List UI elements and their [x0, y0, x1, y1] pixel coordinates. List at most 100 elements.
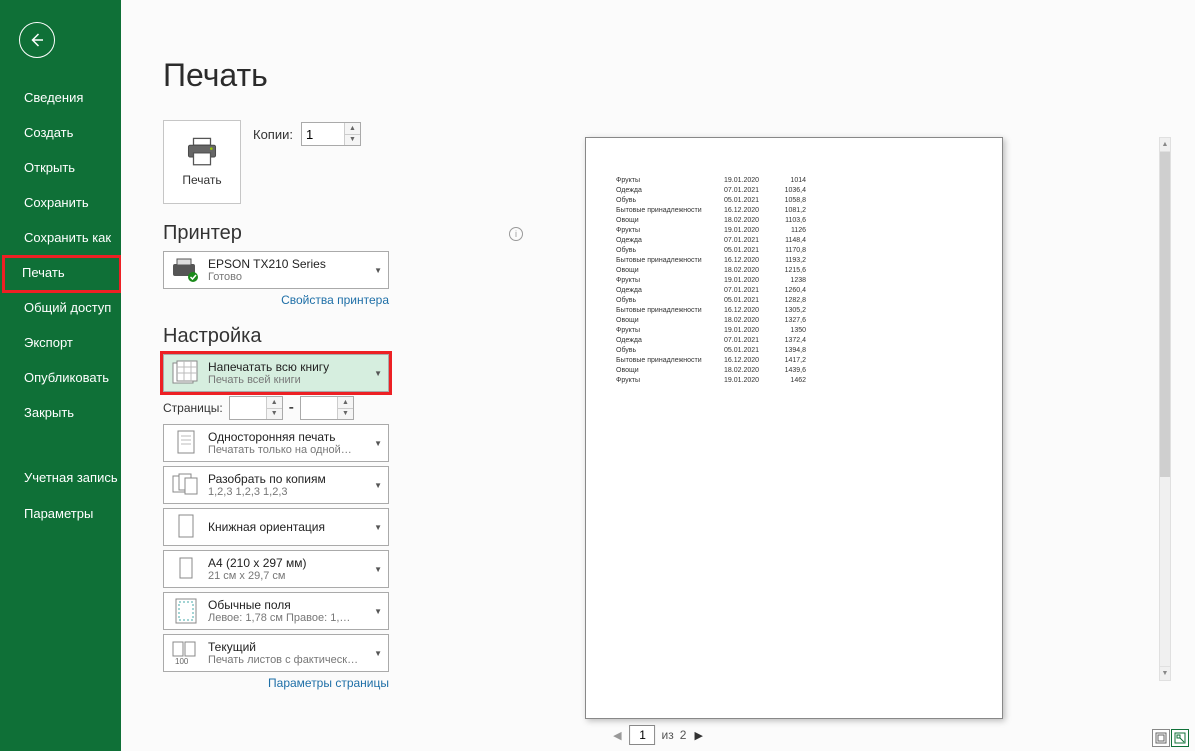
preview-row: Фрукты19.01.20201238 [616, 276, 972, 286]
pages-to-spinner[interactable]: ▲▼ [300, 396, 354, 420]
collate-icon [170, 471, 202, 499]
pages-separator: - [289, 399, 294, 417]
sidebar-item-info[interactable]: Сведения [0, 80, 121, 115]
margins-dropdown[interactable]: Обычные поля Левое: 1,78 см Правое: 1,… … [163, 592, 389, 630]
sidebar-item-publish[interactable]: Опубликовать [0, 360, 121, 395]
sidebar-item-account[interactable]: Учетная запись [0, 460, 121, 496]
print-button-label: Печать [182, 173, 221, 187]
preview-row: Одежда07.01.20211148,4 [616, 236, 972, 246]
preview-row: Овощи18.02.20201327,6 [616, 316, 972, 326]
pages-from-spinner[interactable]: ▲▼ [229, 396, 283, 420]
printer-name: EPSON TX210 Series [208, 257, 370, 271]
chevron-down-icon: ▼ [374, 266, 382, 275]
up-icon[interactable]: ▲ [267, 397, 282, 409]
preview-row: Обувь05.01.20211058,8 [616, 196, 972, 206]
printer-status: Готово [208, 271, 370, 283]
sidebar-item-print[interactable]: Печать [0, 255, 121, 290]
sidebar-item-open[interactable]: Открыть [0, 150, 121, 185]
chevron-down-icon: ▼ [374, 565, 382, 574]
pages-to-input[interactable] [301, 397, 337, 419]
page-single-icon [170, 429, 202, 457]
back-button[interactable] [19, 22, 55, 58]
orientation-dropdown[interactable]: Книжная ориентация ▼ [163, 508, 389, 546]
preview-row: Бытовые принадлежности16.12.20201305,2 [616, 306, 972, 316]
printer-properties-link[interactable]: Свойства принтера [163, 293, 389, 307]
scaling-dropdown[interactable]: 100 Текущий Печать листов с фактическ… ▼ [163, 634, 389, 672]
printer-info-icon[interactable]: i [509, 227, 523, 241]
printer-heading: Принтер [163, 222, 242, 245]
copies-spinner[interactable]: ▲ ▼ [301, 122, 361, 146]
sidebar-item-options[interactable]: Параметры [0, 496, 121, 531]
collate-dropdown[interactable]: Разобрать по копиям 1,2,3 1,2,3 1,2,3 ▼ [163, 466, 389, 504]
show-margins-button[interactable] [1152, 729, 1170, 747]
chevron-down-icon: ▼ [374, 523, 382, 532]
pages-from-input[interactable] [230, 397, 266, 419]
scaling-sub: Печать листов с фактическ… [208, 654, 370, 666]
page-number-input[interactable] [630, 725, 656, 745]
sides-dropdown[interactable]: Односторонняя печать Печатать только на … [163, 424, 389, 462]
chevron-down-icon: ▼ [374, 481, 382, 490]
scope-sub: Печать всей книги [208, 374, 370, 386]
print-preview: Фрукты19.01.20201014Одежда07.01.20211036… [585, 123, 1155, 721]
page-navigator: ◀ из 2 ▶ [611, 725, 705, 745]
sidebar-item-save[interactable]: Сохранить [0, 185, 121, 220]
preview-row: Овощи18.02.20201215,6 [616, 266, 972, 276]
zoom-to-page-button[interactable] [1171, 729, 1189, 747]
paper-icon [170, 555, 202, 583]
printer-dropdown[interactable]: EPSON TX210 Series Готово ▼ [163, 251, 389, 289]
backstage-sidebar: Сведения Создать Открыть Сохранить Сохра… [0, 0, 121, 751]
down-icon[interactable]: ▼ [267, 409, 282, 420]
sidebar-item-saveas[interactable]: Сохранить как [0, 220, 121, 255]
preview-row: Обувь05.01.20211170,8 [616, 246, 972, 256]
preview-row: Бытовые принадлежности16.12.20201081,2 [616, 206, 972, 216]
copies-input[interactable] [302, 123, 344, 145]
pages-label: Страницы: [163, 401, 223, 415]
margins-title: Обычные поля [208, 598, 370, 612]
workbook-icon [170, 359, 202, 387]
page-setup-link[interactable]: Параметры страницы [163, 676, 389, 690]
preview-row: Фрукты19.01.20201462 [616, 376, 972, 386]
collate-title: Разобрать по копиям [208, 472, 370, 486]
svg-text:100: 100 [175, 657, 189, 666]
sidebar-item-share[interactable]: Общий доступ [0, 290, 121, 325]
preview-row: Одежда07.01.20211260,4 [616, 286, 972, 296]
up-icon[interactable]: ▲ [338, 397, 353, 409]
sidebar-item-new[interactable]: Создать [0, 115, 121, 150]
paper-title: A4 (210 x 297 мм) [208, 556, 370, 570]
chevron-down-icon: ▼ [374, 607, 382, 616]
chevron-down-icon: ▼ [374, 369, 382, 378]
preview-row: Овощи18.02.20201439,6 [616, 366, 972, 376]
sidebar-item-export[interactable]: Экспорт [0, 325, 121, 360]
sidebar-item-close[interactable]: Закрыть [0, 395, 121, 430]
settings-heading: Настройка [163, 325, 261, 348]
next-page-button[interactable]: ▶ [692, 729, 704, 742]
copies-down[interactable]: ▼ [345, 135, 360, 146]
print-button[interactable]: Печать [163, 120, 241, 204]
scroll-thumb[interactable] [1160, 152, 1170, 477]
prev-page-button[interactable]: ◀ [611, 729, 623, 742]
preview-page: Фрукты19.01.20201014Одежда07.01.20211036… [585, 137, 1003, 719]
page-title: Печать [121, 0, 1195, 110]
copies-label: Копии: [253, 127, 293, 142]
collate-sub: 1,2,3 1,2,3 1,2,3 [208, 486, 370, 498]
preview-scrollbar[interactable]: ▲ ▼ [1159, 137, 1171, 681]
down-icon[interactable]: ▼ [338, 409, 353, 420]
preview-row: Одежда07.01.20211036,4 [616, 186, 972, 196]
scroll-down-icon[interactable]: ▼ [1160, 666, 1170, 680]
margins-icon [170, 597, 202, 625]
scaling-icon: 100 [170, 639, 202, 667]
chevron-down-icon: ▼ [374, 649, 382, 658]
sides-title: Односторонняя печать [208, 430, 370, 444]
arrow-left-icon [28, 31, 46, 49]
print-scope-dropdown[interactable]: Напечатать всю книгу Печать всей книги ▼ [163, 354, 389, 392]
scroll-up-icon[interactable]: ▲ [1160, 138, 1170, 152]
main-panel: Печать Печать Копии: ▲ ▼ [121, 0, 1195, 751]
copies-up[interactable]: ▲ [345, 123, 360, 135]
preview-row: Обувь05.01.20211394,8 [616, 346, 972, 356]
paper-dropdown[interactable]: A4 (210 x 297 мм) 21 см x 29,7 см ▼ [163, 550, 389, 588]
preview-row: Фрукты19.01.20201350 [616, 326, 972, 336]
preview-row: Овощи18.02.20201103,6 [616, 216, 972, 226]
paper-sub: 21 см x 29,7 см [208, 570, 370, 582]
scope-title: Напечатать всю книгу [208, 360, 370, 374]
preview-row: Обувь05.01.20211282,8 [616, 296, 972, 306]
